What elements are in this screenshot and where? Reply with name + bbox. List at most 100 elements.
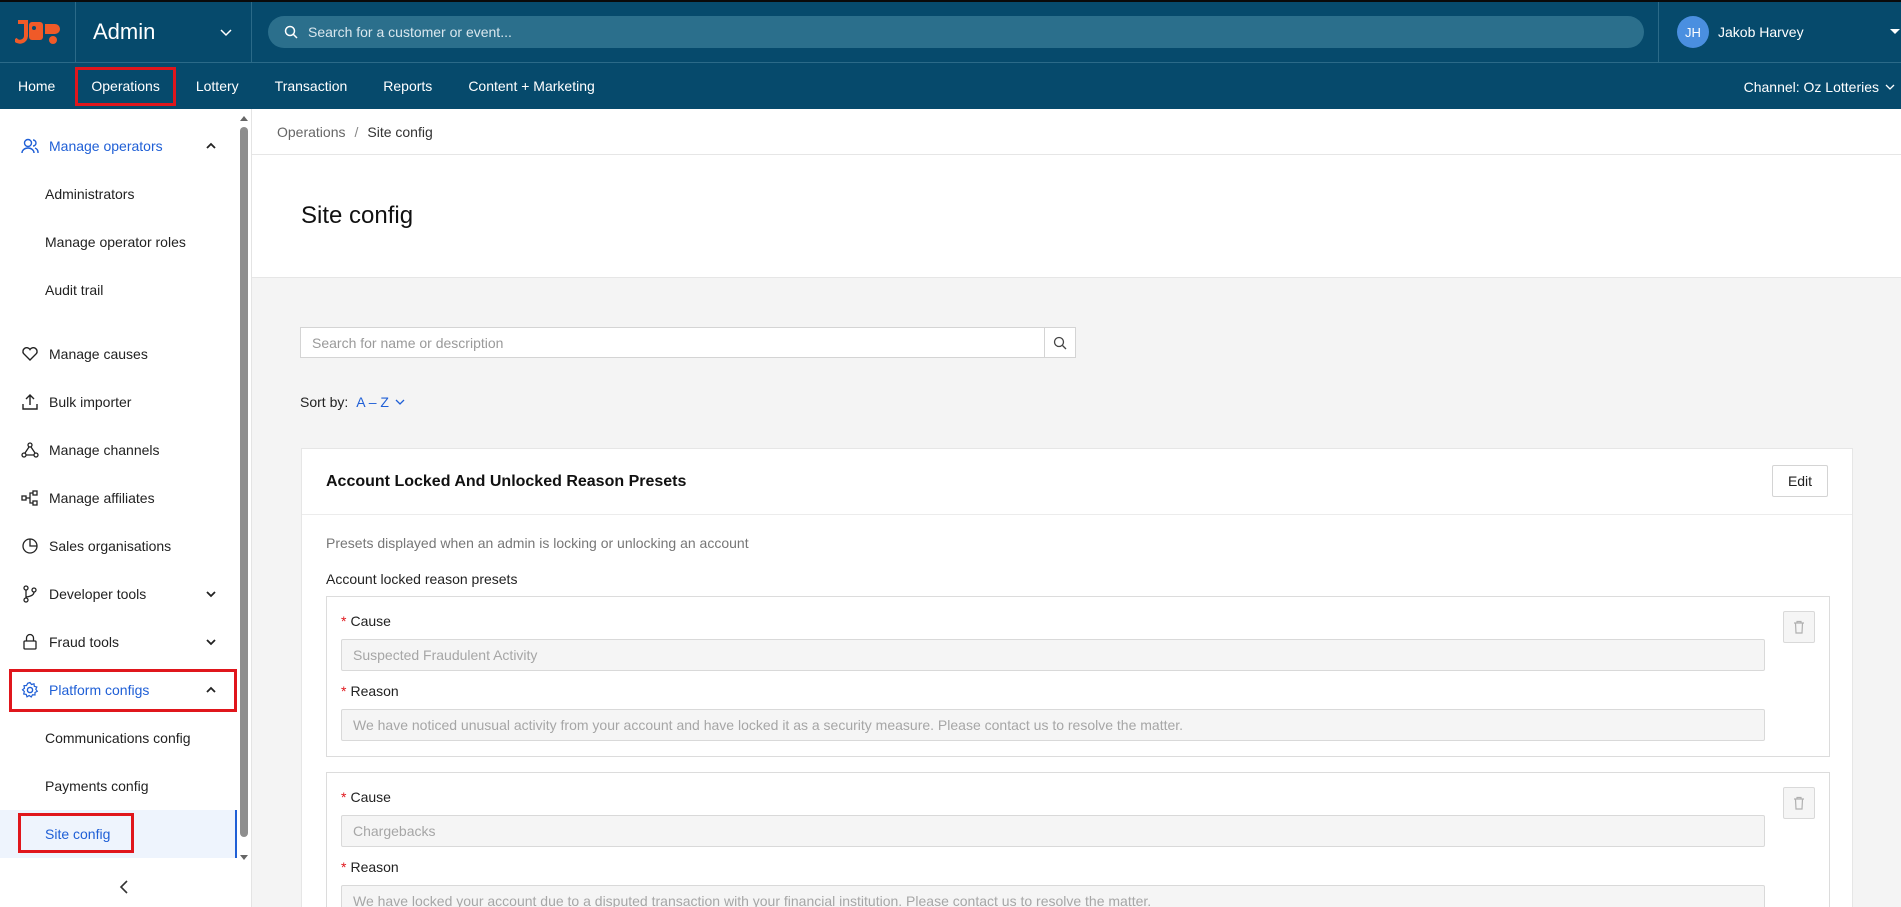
reason-field[interactable]: We have noticed unusual activity from yo… [341, 709, 1765, 741]
sidebar-item-label: Fraud tools [49, 634, 120, 650]
card-header: Account Locked And Unlocked Reason Prese… [302, 449, 1852, 515]
required-marker: * [341, 613, 347, 629]
cause-label-text: Cause [350, 789, 391, 805]
main-nav: Home Operations Lottery Transaction Repo… [0, 62, 1901, 109]
branch-icon [21, 585, 39, 603]
page-title: Site config [301, 202, 414, 229]
nav-operations[interactable]: Operations [73, 63, 177, 110]
global-search-input[interactable]: Search for a customer or event... [268, 16, 1644, 48]
search-icon [284, 25, 298, 39]
sidebar-item-label: Manage channels [49, 442, 160, 458]
cause-label: * Cause [341, 789, 391, 805]
reason-label-text: Reason [350, 683, 399, 699]
chevron-down-icon [1885, 84, 1895, 90]
edit-button[interactable]: Edit [1772, 465, 1828, 497]
required-marker: * [341, 859, 347, 875]
scrollbar-thumb[interactable] [240, 127, 248, 837]
sidebar-item-manage-affiliates[interactable]: Manage affiliates [0, 478, 237, 518]
scroll-down-icon [240, 855, 248, 860]
delete-preset-button[interactable] [1783, 611, 1815, 643]
sidebar-item-communications-config[interactable]: Communications config [0, 718, 237, 758]
pie-chart-icon [21, 537, 39, 555]
global-search-placeholder: Search for a customer or event... [308, 24, 512, 40]
network-icon [21, 441, 39, 459]
cause-field[interactable]: Suspected Fraudulent Activity [341, 639, 1765, 671]
sidebar-item-payments-config[interactable]: Payments config [0, 766, 237, 806]
app-switcher[interactable]: Admin [76, 2, 252, 62]
nav-content-marketing[interactable]: Content + Marketing [450, 63, 612, 110]
required-marker: * [341, 789, 347, 805]
sidebar-item-fraud-tools[interactable]: Fraud tools [0, 622, 237, 662]
sidebar-item-administrators[interactable]: Administrators [0, 174, 237, 214]
sidebar-item-manage-channels[interactable]: Manage channels [0, 430, 237, 470]
config-search-button[interactable] [1045, 327, 1076, 358]
sidebar-item-audit-trail[interactable]: Audit trail [0, 270, 237, 310]
sidebar: Manage operators Administrators Manage o… [0, 109, 252, 907]
reason-label: * Reason [341, 683, 399, 699]
sidebar-item-developer-tools[interactable]: Developer tools [0, 574, 237, 614]
cause-field[interactable]: Chargebacks [341, 815, 1765, 847]
sidebar-item-bulk-importer[interactable]: Bulk importer [0, 382, 237, 422]
nav-transaction[interactable]: Transaction [257, 63, 366, 110]
trash-icon [1794, 620, 1804, 634]
sidebar-item-label: Communications config [45, 730, 191, 746]
search-icon [1053, 336, 1067, 349]
sidebar-item-manage-causes[interactable]: Manage causes [0, 334, 237, 374]
sort-row: Sort by: A – Z [300, 394, 405, 410]
sidebar-item-label: Bulk importer [49, 394, 132, 410]
main-content: Operations / Site config Site config Sea… [252, 109, 1901, 907]
logo-icon [14, 20, 60, 44]
reason-field[interactable]: We have locked your account due to a dis… [341, 885, 1765, 907]
breadcrumb-operations[interactable]: Operations [277, 124, 345, 140]
avatar: JH [1677, 16, 1709, 48]
config-card: Account Locked And Unlocked Reason Prese… [301, 448, 1853, 907]
user-name: Jakob Harvey [1718, 24, 1804, 40]
nav-lottery[interactable]: Lottery [178, 63, 257, 110]
brand-logo[interactable] [0, 2, 76, 62]
config-search: Search for name or description [300, 327, 1076, 358]
channel-selector[interactable]: Channel: Oz Lotteries [1744, 63, 1895, 110]
chevron-down-icon [206, 639, 216, 646]
sidebar-item-label: Payments config [45, 778, 149, 794]
breadcrumb-separator: / [354, 123, 359, 140]
sidebar-item-label: Manage affiliates [49, 490, 155, 506]
card-description: Presets displayed when an admin is locki… [326, 535, 749, 551]
collapse-sidebar-icon[interactable] [114, 877, 134, 897]
sidebar-item-label: Manage operators [49, 138, 163, 154]
cause-label-text: Cause [350, 613, 391, 629]
section-title: Account locked reason presets [326, 571, 518, 587]
sidebar-item-manage-operators[interactable]: Manage operators [0, 126, 237, 166]
upload-icon [21, 393, 39, 411]
affiliate-icon [21, 489, 39, 507]
cause-label: * Cause [341, 613, 391, 629]
sidebar-item-label: Administrators [45, 186, 135, 202]
heart-icon [21, 345, 39, 363]
breadcrumb: Operations / Site config [252, 109, 1901, 155]
nav-reports[interactable]: Reports [365, 63, 450, 110]
reason-label: * Reason [341, 859, 399, 875]
sidebar-item-sales-organisations[interactable]: Sales organisations [0, 526, 237, 566]
app-title: Admin [93, 19, 156, 44]
sidebar-item-label: Manage causes [49, 346, 148, 362]
users-icon [21, 137, 39, 155]
sidebar-item-label: Audit trail [45, 282, 104, 298]
user-menu[interactable]: JH Jakob Harvey [1658, 2, 1901, 62]
chevron-down-icon [206, 591, 216, 598]
highlight-site-config [18, 813, 134, 853]
sidebar-scrollbar[interactable] [237, 109, 251, 869]
lock-icon [21, 633, 39, 651]
sidebar-item-manage-operator-roles[interactable]: Manage operator roles [0, 222, 237, 262]
card-title: Account Locked And Unlocked Reason Prese… [326, 472, 687, 490]
reason-label-text: Reason [350, 859, 399, 875]
config-search-placeholder: Search for name or description [312, 334, 504, 351]
trash-icon [1794, 796, 1804, 810]
nav-home[interactable]: Home [0, 63, 73, 110]
preset-item: * Cause Suspected Fraudulent Activity * Re… [326, 596, 1830, 757]
caret-down-icon [1890, 29, 1900, 34]
delete-preset-button[interactable] [1783, 787, 1815, 819]
highlight-platform-configs [9, 669, 237, 712]
sort-value: A – Z [356, 394, 389, 410]
scroll-up-icon [240, 116, 248, 121]
config-search-input[interactable]: Search for name or description [300, 327, 1045, 358]
sort-dropdown[interactable]: A – Z [356, 394, 405, 410]
